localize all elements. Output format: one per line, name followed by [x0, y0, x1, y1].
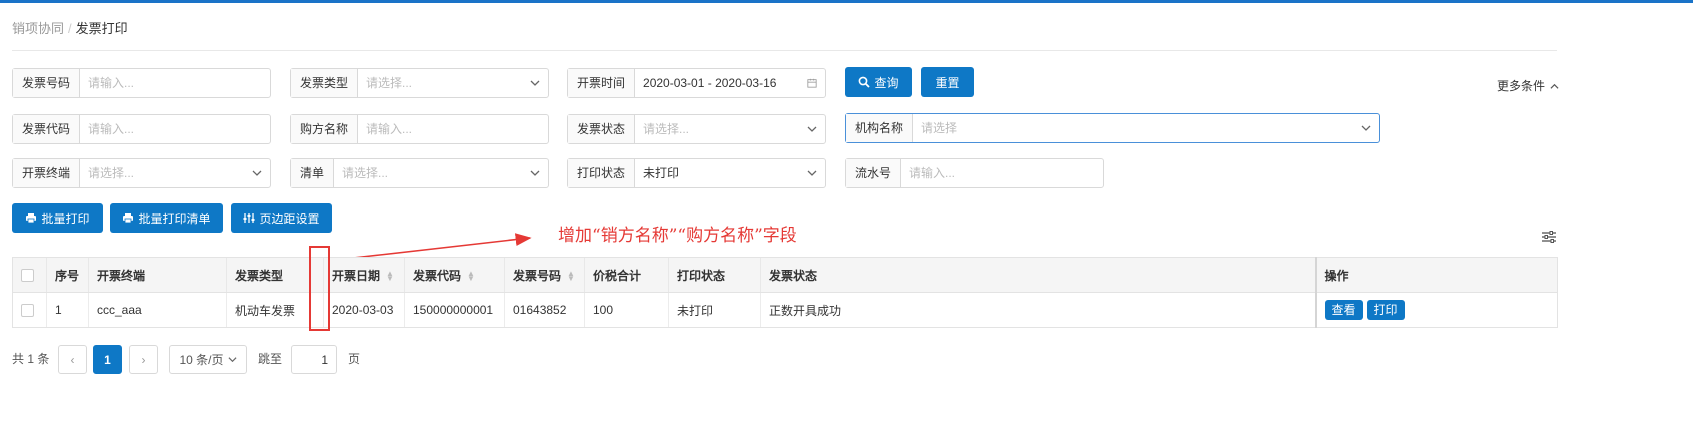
- column-header: 操作: [1314, 257, 1558, 293]
- column-header: 打印状态: [668, 257, 761, 293]
- row-checkbox[interactable]: [12, 292, 47, 328]
- next-page-button[interactable]: ›: [129, 345, 158, 374]
- column-header-sortable[interactable]: 发票号码 ▲ ▼: [504, 257, 585, 293]
- column-header-label: 发票号码: [513, 268, 562, 283]
- cell-invoice-status: 正数开具成功: [760, 292, 1316, 328]
- jump-page-input[interactable]: 1: [291, 345, 337, 374]
- cell-date: 2020-03-03: [323, 292, 405, 328]
- column-settings-icon[interactable]: [1542, 230, 1556, 244]
- column-header-sortable[interactable]: 开票日期 ▲ ▼: [323, 257, 405, 293]
- sort-icon[interactable]: ▲ ▼: [467, 270, 475, 283]
- view-button[interactable]: 查看: [1324, 300, 1363, 320]
- cell-print-status: 未打印: [668, 292, 761, 328]
- cell-total: 100: [584, 292, 669, 328]
- cell-terminal: ccc_aaa: [88, 292, 227, 328]
- page-button-current[interactable]: 1: [93, 345, 122, 374]
- sort-icon[interactable]: ▲ ▼: [567, 270, 575, 283]
- column-header: 开票终端: [88, 257, 227, 293]
- page-size-value: 10 条/页: [179, 353, 224, 367]
- cell-actions: 查看 打印: [1314, 292, 1558, 328]
- column-header: 价税合计: [584, 257, 669, 293]
- table-row: 1 ccc_aaa 机动车发票 2020-03-03 150000000001 …: [12, 292, 1558, 328]
- page-size-select[interactable]: 10 条/页: [169, 345, 247, 374]
- column-header-label: 发票代码: [413, 268, 462, 283]
- print-button[interactable]: 打印: [1366, 300, 1405, 320]
- cell-number: 01643852: [504, 292, 585, 328]
- column-header-sortable[interactable]: 发票代码 ▲ ▼: [404, 257, 505, 293]
- page-suffix: 页: [348, 352, 361, 366]
- pagination: 共 1 条 ‹ 1 › 10 条/页 跳至 1 页: [12, 345, 412, 375]
- annotation-highlight-box: [309, 246, 330, 331]
- chevron-down-icon: [228, 357, 237, 363]
- total-count: 共 1 条: [12, 352, 50, 366]
- column-header: 序号: [46, 257, 89, 293]
- select-all-checkbox[interactable]: [12, 257, 47, 293]
- column-header-label: 开票日期: [332, 268, 381, 283]
- invoice-table: 序号 开票终端 发票类型 开票日期 ▲ ▼ 发票代码 ▲ ▼ 发票号码 ▲ ▼ 价税合计 打…: [12, 257, 1558, 328]
- sort-icon[interactable]: ▲ ▼: [386, 270, 394, 283]
- column-header: 发票状态: [760, 257, 1316, 293]
- prev-page-button[interactable]: ‹: [58, 345, 87, 374]
- cell-code: 150000000001: [404, 292, 505, 328]
- cell-index: 1: [46, 292, 89, 328]
- table-header-row: 序号 开票终端 发票类型 开票日期 ▲ ▼ 发票代码 ▲ ▼ 发票号码 ▲ ▼ 价税合计 打…: [12, 257, 1558, 293]
- jump-label: 跳至: [258, 352, 283, 366]
